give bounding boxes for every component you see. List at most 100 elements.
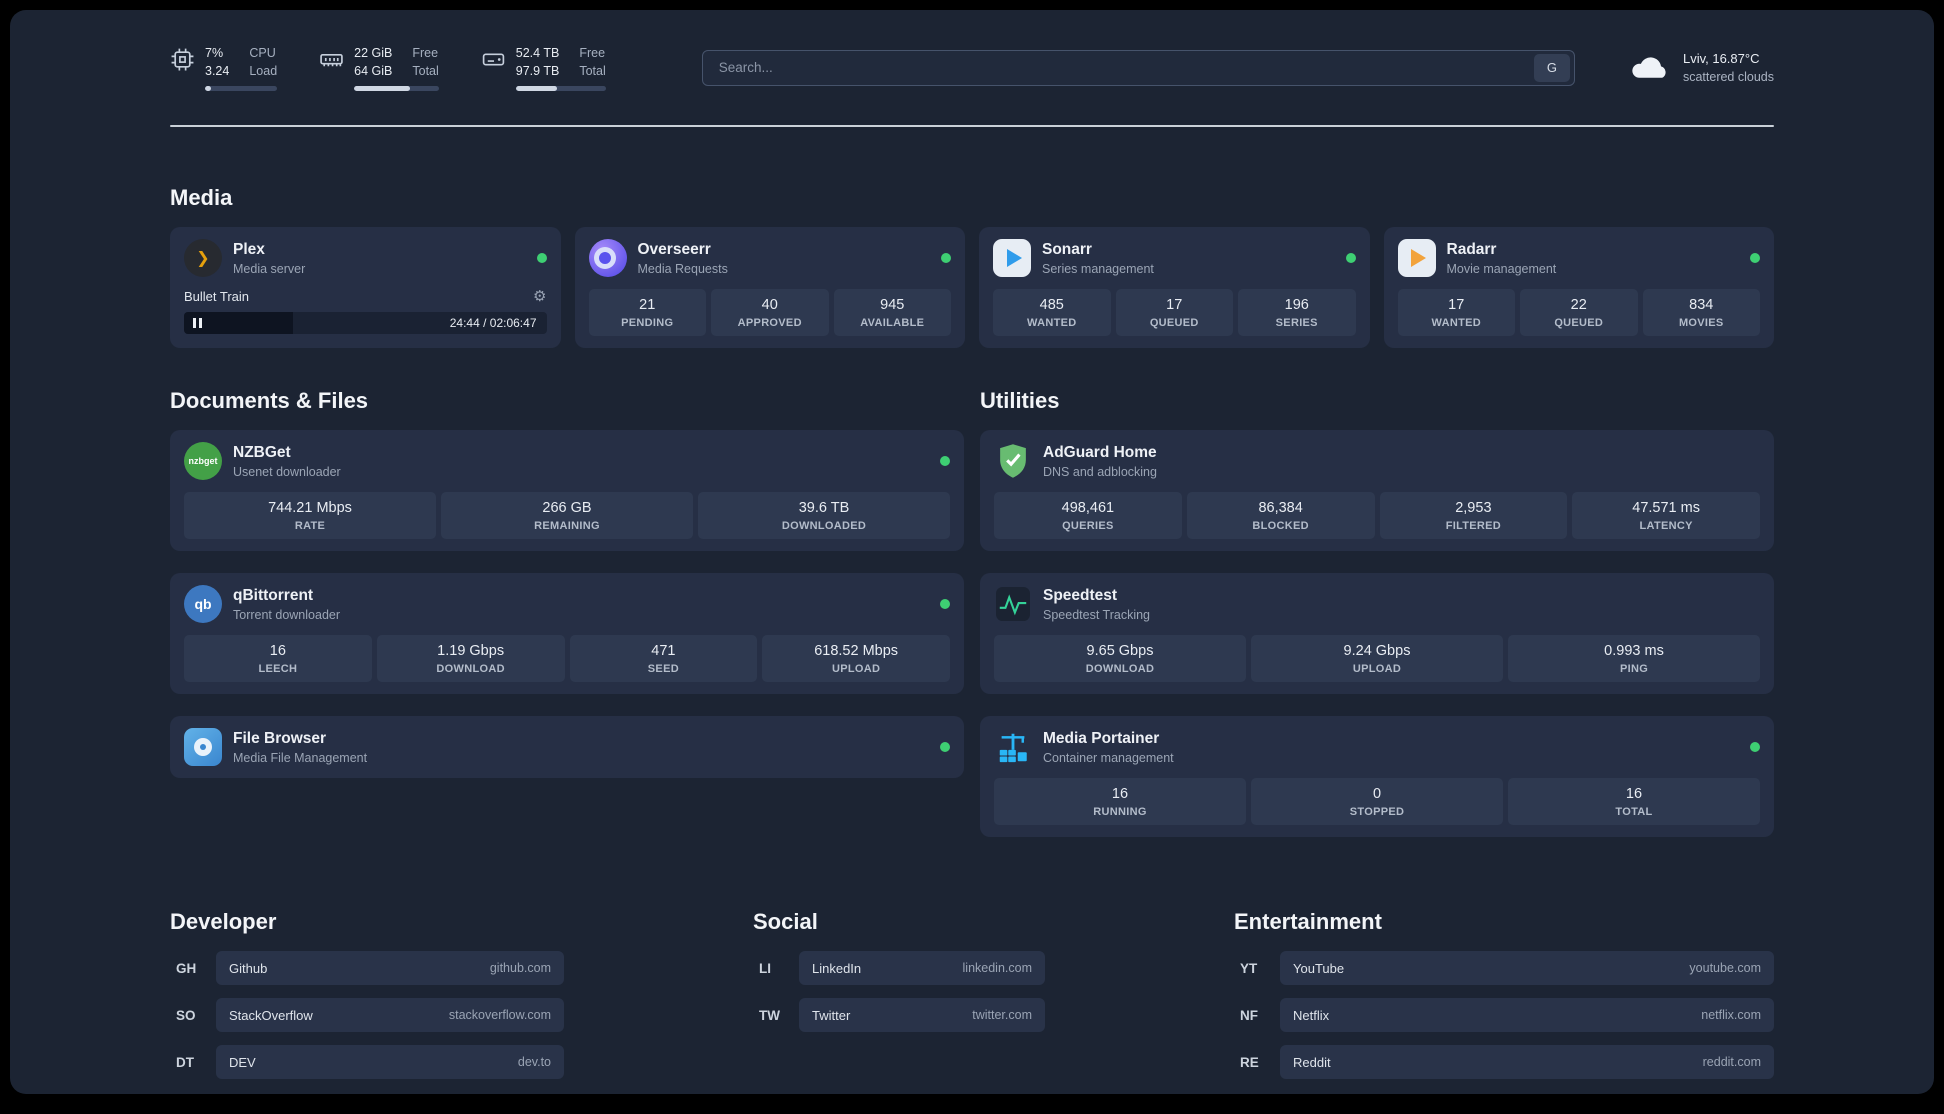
service-name: Media Portainer (1043, 729, 1160, 747)
speedtest-card[interactable]: Speedtest Speedtest Tracking 9.65 Gbps D… (980, 573, 1774, 695)
bookmark-netflix: NF Netflix netflix.com (1234, 998, 1774, 1033)
bookmark-abbr: RE (1240, 1054, 1259, 1070)
media-section-title: Media (170, 185, 233, 211)
playback-progress-bar[interactable]: 24:44 / 02:06:47 (184, 312, 547, 335)
service-subtitle: Media Requests (637, 261, 728, 276)
cpu-usage-bar (205, 86, 278, 92)
service-subtitle: Movie management (1446, 261, 1557, 276)
disk-widget: 52.4 TB 97.9 TB Free Total (481, 44, 606, 92)
nzbget-icon: nzbget (184, 442, 222, 481)
documents-section: Documents & Files nzbget NZBGet Usenet d… (170, 388, 964, 837)
service-subtitle: Container management (1043, 750, 1174, 765)
dashboard: 7% 3.24 CPU Load 22 GiB 64 GiB Free Tota… (10, 10, 1934, 1094)
service-name: qBittorrent (233, 586, 314, 604)
track-title: Bullet Train (184, 288, 250, 304)
service-name: Radarr (1446, 240, 1497, 258)
bookmark-abbr: TW (759, 1007, 780, 1023)
media-section: Media ❯ Plex Media server Bullet Train ⚙… (170, 185, 1774, 349)
filebrowser-icon (184, 728, 222, 767)
memory-free-label: Free (412, 46, 439, 60)
portainer-card[interactable]: Media Portainer Container management 16 … (980, 716, 1774, 838)
stat-downloaded: 39.6 TB DOWNLOADED (698, 492, 950, 540)
status-dot-online (940, 456, 950, 467)
search-bar: G (701, 49, 1575, 86)
bookmark-youtube: YT YouTube youtube.com (1234, 951, 1774, 986)
bookmark-abbr: DT (176, 1054, 194, 1070)
stat-latency: 47.571 ms LATENCY (1572, 492, 1760, 540)
top-bar: 7% 3.24 CPU Load 22 GiB 64 GiB Free Tota… (170, 44, 1774, 92)
radarr-card[interactable]: Radarr Movie management 17 WANTED 22 QUE… (1383, 227, 1774, 349)
service-subtitle: Series management (1042, 261, 1154, 276)
bookmark-stackoverflow: SO StackOverflow stackoverflow.com (170, 998, 564, 1033)
bookmark-abbr: GH (176, 960, 197, 976)
stat-remaining: 266 GB REMAINING (441, 492, 693, 540)
bookmark-link[interactable]: Netflix netflix.com (1280, 998, 1774, 1033)
overseerr-icon (588, 239, 627, 278)
stat-queries: 498,461 QUERIES (994, 492, 1182, 540)
status-dot-online (536, 253, 547, 264)
bookmark-reddit: RE Reddit reddit.com (1234, 1045, 1774, 1080)
stat-running: 16 RUNNING (994, 778, 1246, 826)
bookmark-github: GH Github github.com (170, 951, 564, 986)
stat-blocked: 86,384 BLOCKED (1186, 492, 1375, 540)
stat-filtered: 2,953 FILTERED (1379, 492, 1568, 540)
sonarr-card[interactable]: Sonarr Series management 485 WANTED 17 Q… (979, 227, 1370, 349)
stat-movies: 834 MOVIES (1642, 289, 1760, 337)
stat-stopped: 0 STOPPED (1251, 778, 1503, 826)
service-name: File Browser (233, 729, 327, 747)
portainer-crane-icon (994, 728, 1032, 766)
topbar-divider (170, 125, 1774, 128)
stat-rate: 744.21 Mbps RATE (184, 492, 436, 540)
service-subtitle: Media File Management (233, 750, 368, 765)
weather-condition: scattered clouds (1682, 70, 1774, 84)
stat-ping: 0.993 ms PING (1508, 635, 1760, 683)
adguard-card[interactable]: AdGuard Home DNS and adblocking 498,461 … (980, 430, 1774, 552)
utilities-section-title: Utilities (980, 388, 1060, 414)
stat-wanted: 485 WANTED (993, 289, 1111, 337)
gear-icon[interactable]: ⚙ (533, 287, 546, 305)
cpu-label: CPU (249, 46, 276, 60)
bookmark-linkedin: LI LinkedIn linkedin.com (753, 951, 1045, 986)
cpu-load-value: 3.24 (205, 64, 230, 79)
disk-total-value: 97.9 TB (515, 64, 560, 79)
cpu-chip-icon (170, 44, 195, 91)
load-label: Load (249, 64, 278, 79)
playback-time: 24:44 / 02:06:47 (449, 316, 537, 331)
search-provider-button[interactable]: G (1533, 53, 1570, 82)
plex-card[interactable]: ❯ Plex Media server Bullet Train ⚙ 24:44… (170, 227, 561, 349)
bookmark-link[interactable]: Github github.com (216, 951, 564, 986)
qbittorrent-icon: qb (184, 585, 222, 624)
stat-series: 196 SERIES (1238, 289, 1356, 337)
plex-icon: ❯ (184, 239, 222, 278)
bookmark-link[interactable]: DEV dev.to (216, 1045, 564, 1080)
filebrowser-card[interactable]: File Browser Media File Management (170, 716, 964, 779)
bookmark-link[interactable]: LinkedIn linkedin.com (799, 951, 1045, 986)
stat-download: 1.19 Gbps DOWNLOAD (376, 635, 565, 683)
cpu-usage-value: 7% (205, 46, 224, 60)
bookmark-link[interactable]: Twitter twitter.com (799, 998, 1045, 1033)
overseerr-card[interactable]: Overseerr Media Requests 21 PENDING 40 A… (574, 227, 965, 349)
qbittorrent-card[interactable]: qb qBittorrent Torrent downloader 16 LEE… (170, 573, 964, 695)
stat-approved: 40 APPROVED (711, 289, 829, 337)
stat-leech: 16 LEECH (184, 635, 372, 683)
bookmark-link[interactable]: YouTube youtube.com (1280, 951, 1774, 986)
bookmark-link[interactable]: Reddit reddit.com (1280, 1045, 1774, 1080)
service-name: Speedtest (1043, 586, 1118, 604)
disk-total-label: Total (579, 64, 606, 79)
cpu-widget: 7% 3.24 CPU Load (170, 44, 278, 92)
nzbget-card[interactable]: nzbget NZBGet Usenet downloader 744.21 M… (170, 430, 964, 552)
stat-seed: 471 SEED (569, 635, 758, 683)
social-section-title: Social (753, 909, 818, 935)
stat-pending: 21 PENDING (588, 289, 706, 337)
social-bookmarks: Social LI LinkedIn linkedin.com TW Twitt… (753, 909, 1045, 1079)
status-dot-online (940, 742, 950, 753)
service-name: Sonarr (1042, 240, 1092, 258)
bookmark-dev: DT DEV dev.to (170, 1045, 564, 1080)
stat-queued: 22 QUEUED (1520, 289, 1638, 337)
stat-total: 16 TOTAL (1508, 778, 1760, 826)
pause-icon[interactable] (193, 318, 202, 329)
bookmark-link[interactable]: StackOverflow stackoverflow.com (216, 998, 564, 1033)
search-input[interactable] (716, 59, 1534, 77)
disk-usage-bar (515, 86, 606, 92)
speedtest-graph-icon (994, 585, 1032, 623)
